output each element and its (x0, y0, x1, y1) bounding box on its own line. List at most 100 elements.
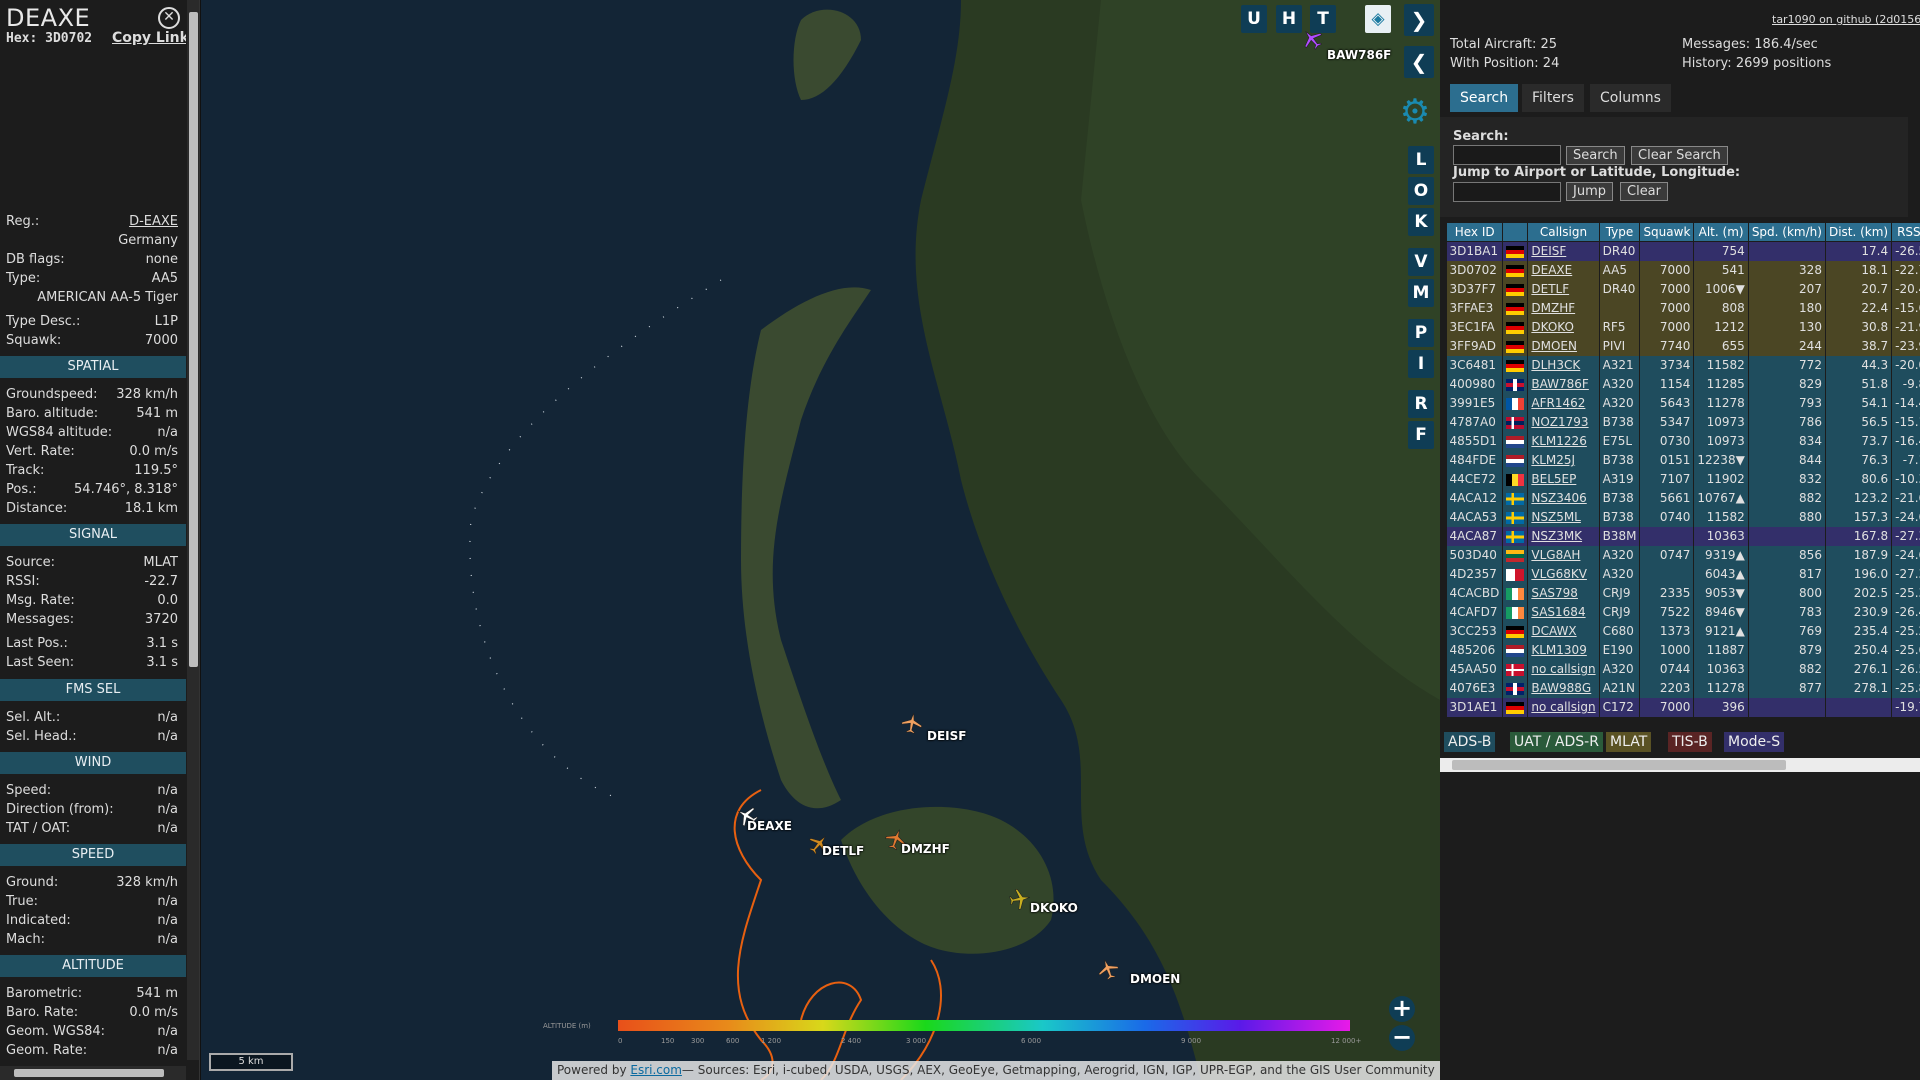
map-button-v[interactable]: V (1408, 248, 1434, 276)
clear-button[interactable]: Clear (1620, 182, 1668, 201)
jump-button[interactable]: Jump (1566, 182, 1613, 201)
table-row[interactable]: 400980 BAW786FA32011541128582951.8-9.8 (1446, 374, 1920, 394)
zoom-in-icon[interactable]: + (1389, 996, 1415, 1022)
table-row[interactable]: 45AA50 no callsign A320 0744 10363 882 276.1 -2… (1446, 659, 1920, 679)
cs-cell[interactable]: BAW786F (1527, 374, 1600, 394)
table-row[interactable]: 485206 KLM1309E190100011887879250.4-25.6 (1446, 640, 1920, 660)
col-hex-header[interactable]: Hex ID (1445, 222, 1504, 242)
table-row[interactable]: 3FFAE3 DMZHF 700080818022.4-15.6 (1446, 298, 1920, 318)
table-row[interactable]: 4787A0 NOZ1793B73853471097378656.5-15.1 (1446, 412, 1920, 432)
clear-search-button[interactable]: Clear Search (1631, 146, 1728, 165)
aircraft-label[interactable]: DMOEN (1130, 972, 1180, 986)
legend-mlat[interactable]: MLAT (1606, 732, 1652, 752)
cs-cell[interactable]: DKOKO (1527, 317, 1600, 337)
section-spatial[interactable]: SPATIAL (0, 356, 186, 378)
cs-cell[interactable]: VLG8AH (1527, 545, 1600, 565)
cs-cell[interactable]: BEL5EP (1527, 469, 1600, 489)
col-callsign-header[interactable]: Callsign (1527, 222, 1600, 242)
aircraft-label[interactable]: BAW786F (1327, 48, 1391, 62)
esri-link[interactable]: Esri.com (630, 1063, 682, 1077)
cs-cell[interactable]: NSZ3406 (1527, 488, 1600, 508)
table-row[interactable]: 4D2357 VLG68KVA320 6043▲817196.0-27.3 (1446, 564, 1920, 584)
info-horizontal-scrollbar[interactable] (0, 1066, 186, 1080)
map-button-l[interactable]: L (1408, 146, 1434, 174)
close-icon[interactable]: ✕ (158, 7, 180, 29)
table-row[interactable]: 4ACA12 NSZ3406B738566110767▲882123.2-21.6 (1446, 488, 1920, 508)
info-vertical-scrollbar[interactable] (187, 0, 199, 1060)
legend-tis-b[interactable]: TIS-B (1668, 732, 1712, 752)
jump-input[interactable] (1453, 182, 1561, 202)
table-row[interactable]: 4CAFD7 SAS1684CRJ975228946▼783230.9-26.4 (1446, 602, 1920, 622)
table-horizontal-scrollbar[interactable] (1440, 758, 1920, 772)
col-flag-header[interactable] (1502, 222, 1529, 242)
layers-icon[interactable]: ◈ (1365, 5, 1391, 33)
cs-cell[interactable]: SAS1684 (1527, 602, 1600, 622)
cs-cell[interactable]: NSZ3MK (1527, 526, 1600, 546)
table-row[interactable]: 503D40 VLG8AHA32007479319▲856187.9-24.6 (1446, 545, 1920, 565)
cs-cell[interactable]: BAW988G (1527, 678, 1600, 698)
table-row[interactable]: 484FDE KLM25JB738015112238▼84476.3-7.1 (1446, 450, 1920, 470)
zoom-out-icon[interactable]: − (1389, 1025, 1415, 1051)
scroll-thumb[interactable] (14, 1069, 164, 1077)
cs-cell[interactable]: KLM1226 (1527, 431, 1600, 451)
cs-cell[interactable]: DLH3CK (1527, 355, 1600, 375)
section-altitude[interactable]: ALTITUDE (0, 955, 186, 977)
cs-cell[interactable]: AFR1462 (1527, 393, 1600, 413)
aircraft-label[interactable]: DKOKO (1030, 901, 1078, 915)
map-button-k[interactable]: K (1408, 208, 1434, 236)
table-row[interactable]: 3D1AE1 no callsignC1727000396 -19.7 (1446, 697, 1920, 717)
table-row[interactable]: 4ACA53 NSZ5MLB738074011582880157.3-24.6 (1446, 507, 1920, 527)
table-row[interactable]: 4855D1 KLM1226E75L07301097383473.7-16.4 (1446, 431, 1920, 451)
map-button-u[interactable]: U (1241, 5, 1267, 33)
reg-link[interactable]: D-EAXE (129, 214, 178, 230)
table-row[interactable]: 3D37F7 DETLFDR4070001006▼20720.7-20.4 (1446, 279, 1920, 299)
cs-cell[interactable]: DETLF (1527, 279, 1600, 299)
legend-uat-ads-r[interactable]: UAT / ADS-R (1510, 732, 1603, 752)
cs-cell[interactable]: no callsign (1527, 697, 1600, 717)
cs-cell[interactable]: VLG68KV (1527, 564, 1600, 584)
cs-cell[interactable]: DCAWX (1527, 621, 1600, 641)
legend-mode-s[interactable]: Mode-S (1724, 732, 1785, 752)
cs-cell[interactable]: DMOEN (1527, 336, 1600, 356)
col-alt-header[interactable]: Alt. (m) (1693, 222, 1749, 242)
col-speed-header[interactable]: Spd. (km/h) (1747, 222, 1826, 242)
cs-cell[interactable]: DEISF (1527, 241, 1600, 261)
map-button-o[interactable]: O (1408, 177, 1434, 205)
tab-search[interactable]: Search (1450, 84, 1519, 112)
aircraft-label[interactable]: DEAXE (747, 819, 792, 833)
chevron-right-icon[interactable]: ❯ (1404, 4, 1434, 36)
map-button-r[interactable]: R (1408, 390, 1434, 418)
cs-cell[interactable]: DEAXE (1527, 260, 1600, 280)
map-button-h[interactable]: H (1276, 5, 1302, 33)
cs-cell[interactable]: no callsign (1527, 659, 1600, 679)
cs-cell[interactable]: DMZHF (1527, 298, 1600, 318)
col-dist-header[interactable]: Dist. (km) (1824, 222, 1893, 242)
tab-columns[interactable]: Columns (1590, 84, 1671, 112)
cs-cell[interactable]: NSZ5ML (1527, 507, 1600, 527)
aircraft-label[interactable]: DETLF (822, 844, 864, 858)
aircraft-icon[interactable] (899, 710, 924, 735)
gear-icon[interactable]: ⚙ (1393, 90, 1437, 134)
section-signal[interactable]: SIGNAL (0, 524, 186, 546)
col-type-header[interactable]: Type (1598, 222, 1641, 242)
table-row[interactable]: 4CACBD SAS798CRJ923359053▼800202.5-25.3 (1446, 583, 1920, 603)
section-fms[interactable]: FMS SEL (0, 679, 186, 701)
col-rssi-header[interactable]: RSSI (1891, 222, 1920, 242)
map-button-p[interactable]: P (1408, 319, 1434, 347)
cs-cell[interactable]: SAS798 (1527, 583, 1600, 603)
scroll-thumb[interactable] (1452, 760, 1786, 770)
cs-cell[interactable]: KLM25J (1527, 450, 1600, 470)
map-button-f[interactable]: F (1408, 421, 1434, 449)
table-row[interactable]: 3FF9AD DMOENPIVI774065524438.7-23.9 (1446, 336, 1920, 356)
tab-filters[interactable]: Filters (1522, 84, 1584, 112)
copy-link[interactable]: Copy Link (112, 30, 186, 46)
table-row[interactable]: 3D0702 DEAXEAA5700054132818.1-22.7 (1446, 260, 1920, 280)
map-button-m[interactable]: M (1408, 279, 1434, 307)
search-input[interactable] (1453, 145, 1561, 165)
aircraft-label[interactable]: DMZHF (901, 842, 950, 856)
col-squawk-header[interactable]: Squawk (1639, 222, 1695, 242)
table-row[interactable]: 3D1BA1 DEISFDR40 754 17.4-26.5 (1446, 241, 1920, 261)
section-wind[interactable]: WIND (0, 752, 186, 774)
cs-cell[interactable]: NOZ1793 (1527, 412, 1600, 432)
aircraft-icon[interactable] (1007, 886, 1032, 911)
